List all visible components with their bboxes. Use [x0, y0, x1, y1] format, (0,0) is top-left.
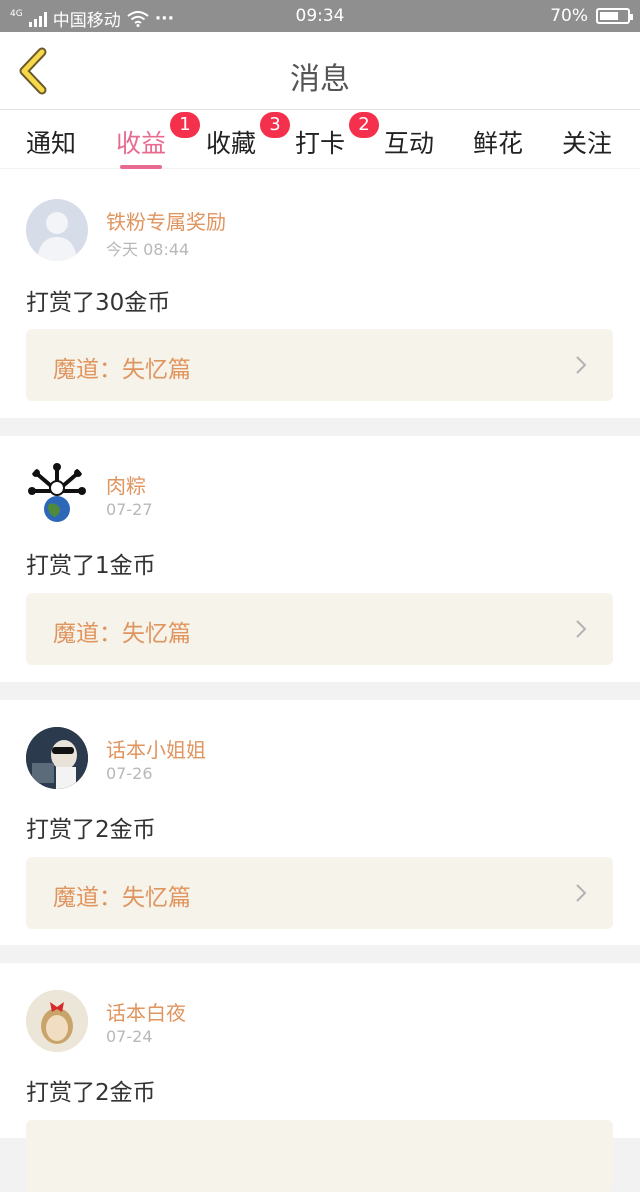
tab-label: 打卡 [295, 129, 346, 158]
message-text: 打赏了2金币 [26, 1080, 156, 1106]
status-right: 70% [550, 6, 633, 26]
tab-label: 互动 [384, 129, 435, 158]
chevron-right-icon [576, 356, 587, 374]
default-avatar-icon[interactable] [26, 199, 88, 261]
tab-follow[interactable]: 关注 [562, 124, 612, 160]
work-title: 魔道：失忆篇 [53, 357, 191, 383]
message-card: 肉粽 07-27 打赏了1金币 魔道：失忆篇 [0, 436, 640, 682]
message-card: 话本小姐姐 07-26 打赏了2金币 魔道：失忆篇 [0, 700, 640, 945]
tab-notice[interactable]: 通知 [26, 124, 76, 160]
unread-badge: 3 [260, 112, 291, 138]
sender-name[interactable]: 肉粽 [106, 470, 146, 499]
message-time: 07-26 [106, 764, 153, 783]
tab-earnings[interactable]: 收益 1 [116, 112, 201, 169]
tab-label: 关注 [562, 129, 613, 158]
battery-icon [596, 8, 633, 24]
message-card: 铁粉专属奖励 今天 08:44 打赏了30金币 魔道：失忆篇 [0, 169, 640, 418]
work-link[interactable]: 魔道：失忆篇 [26, 593, 613, 665]
message-time: 07-24 [106, 1027, 153, 1046]
status-bar: 4G 中国移动 ··· 09:34 70% [0, 0, 640, 32]
work-title: 魔道：失忆篇 [53, 885, 191, 911]
message-time: 今天 08:44 [106, 240, 190, 259]
message-time: 07-27 [106, 500, 153, 519]
page-title: 消息 [290, 62, 350, 97]
message-card: 话本白夜 07-24 打赏了2金币 [0, 963, 640, 1192]
tab-checkin[interactable]: 打卡 2 [295, 112, 380, 160]
tab-label: 收益 [116, 129, 167, 158]
photo-avatar[interactable] [26, 727, 88, 789]
tab-flowers[interactable]: 鲜花 [473, 124, 523, 160]
work-title: 魔道：失忆篇 [53, 621, 191, 647]
chevron-right-icon [576, 884, 587, 902]
sender-name[interactable]: 铁粉专属奖励 [106, 206, 226, 235]
tab-label: 鲜花 [473, 129, 524, 158]
battery-percent: 70% [550, 6, 588, 26]
tab-bar: 通知 收益 1 收藏 3 打卡 2 互动 鲜花 关注 [0, 110, 640, 169]
tab-interaction[interactable]: 互动 [384, 124, 434, 160]
message-text: 打赏了1金币 [26, 553, 156, 579]
message-text: 打赏了2金币 [26, 817, 156, 843]
sender-name[interactable]: 话本白夜 [106, 997, 186, 1026]
status-time: 09:34 [295, 6, 345, 26]
tab-label: 收藏 [206, 129, 257, 158]
work-link[interactable] [26, 1120, 613, 1192]
photo-avatar-red-bow[interactable] [26, 990, 88, 1052]
chevron-right-icon [576, 620, 587, 638]
sender-name[interactable]: 话本小姐姐 [106, 734, 206, 763]
globe-bones-avatar[interactable] [26, 461, 88, 523]
navigation-header: 消息 [0, 32, 640, 110]
tab-favorites[interactable]: 收藏 3 [206, 112, 291, 160]
unread-badge: 1 [170, 112, 201, 138]
unread-badge: 2 [349, 112, 380, 138]
tab-label: 通知 [26, 129, 77, 158]
message-text: 打赏了30金币 [26, 290, 171, 316]
work-link[interactable]: 魔道：失忆篇 [26, 857, 613, 929]
work-link[interactable]: 魔道：失忆篇 [26, 329, 613, 401]
